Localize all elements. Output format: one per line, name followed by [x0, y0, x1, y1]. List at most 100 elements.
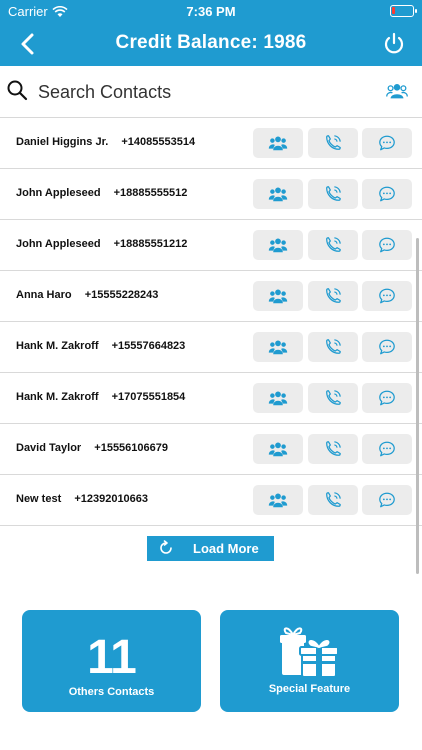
add-to-group-button[interactable]	[253, 128, 303, 158]
chat-bubble-icon	[379, 441, 395, 457]
contact-name: John Appleseed	[16, 238, 101, 250]
message-button[interactable]	[362, 179, 412, 209]
contact-phone: +14085553514	[121, 136, 196, 148]
scrollbar[interactable]	[416, 238, 419, 574]
message-button[interactable]	[362, 230, 412, 260]
call-button[interactable]	[308, 485, 358, 515]
contact-row[interactable]: Hank M. Zakroff +15557664823	[0, 322, 422, 373]
status-bar: Carrier 7:36 PM	[0, 0, 422, 22]
phone-call-icon	[326, 237, 341, 252]
contact-name: Hank M. Zakroff	[16, 391, 99, 403]
search-bar	[0, 66, 422, 118]
phone-call-icon	[326, 135, 341, 150]
phone-call-icon	[326, 390, 341, 405]
others-contacts-count: 11	[87, 631, 137, 684]
contact-info: Anna Haro +15555228243	[16, 289, 158, 301]
contact-row[interactable]: Hank M. Zakroff +17075551854	[0, 373, 422, 424]
contact-name: David Taylor	[16, 442, 82, 454]
phone-call-icon	[326, 186, 341, 201]
chat-bubble-icon	[379, 492, 395, 508]
add-to-group-button[interactable]	[253, 230, 303, 260]
call-button[interactable]	[308, 179, 358, 209]
phone-call-icon	[326, 441, 341, 456]
contact-phone: +12392010663	[74, 493, 149, 505]
contact-row[interactable]: John Appleseed +18885551212	[0, 220, 422, 271]
others-contacts-card[interactable]: 11 Others Contacts	[22, 610, 201, 712]
message-button[interactable]	[362, 383, 412, 413]
group-icon	[268, 442, 288, 457]
contact-name: Hank M. Zakroff	[16, 340, 99, 352]
contact-phone: +17075551854	[111, 391, 186, 403]
refresh-icon	[160, 540, 172, 554]
phone-call-icon	[326, 492, 341, 507]
battery-icon	[390, 5, 417, 17]
chat-bubble-icon	[379, 339, 395, 355]
group-icon	[268, 136, 288, 151]
phone-call-icon	[326, 288, 341, 303]
message-button[interactable]	[362, 332, 412, 362]
add-to-group-button[interactable]	[253, 179, 303, 209]
contact-phone: +18885551212	[113, 238, 188, 250]
group-icon[interactable]	[386, 80, 408, 102]
others-contacts-label: Others Contacts	[68, 686, 155, 698]
search-icon	[7, 80, 28, 101]
call-button[interactable]	[308, 230, 358, 260]
chat-bubble-icon	[379, 237, 395, 253]
power-icon[interactable]	[380, 30, 408, 58]
phone-call-icon	[326, 339, 341, 354]
contact-info: Hank M. Zakroff +17075551854	[16, 391, 185, 403]
clock: 7:36 PM	[186, 4, 236, 19]
contact-info: Hank M. Zakroff +15557664823	[16, 340, 185, 352]
contact-info: New test +12392010663	[16, 493, 148, 505]
load-more-button[interactable]: Load More	[147, 536, 274, 561]
group-icon	[268, 340, 288, 355]
contact-phone: +15556106679	[94, 442, 168, 454]
gift-icon	[280, 627, 338, 678]
contact-row[interactable]: Anna Haro +15555228243	[0, 271, 422, 322]
call-button[interactable]	[308, 332, 358, 362]
chat-bubble-icon	[379, 390, 395, 406]
message-button[interactable]	[362, 434, 412, 464]
navigation-bar: Credit Balance: 1986	[0, 22, 422, 66]
contact-phone: +18885555512	[113, 187, 188, 199]
group-icon	[268, 187, 288, 202]
chat-bubble-icon	[379, 288, 395, 304]
special-feature-card[interactable]: Special Feature	[220, 610, 399, 712]
message-button[interactable]	[362, 281, 412, 311]
contact-info: John Appleseed +18885555512	[16, 187, 187, 199]
chat-bubble-icon	[379, 186, 395, 202]
contact-info: Daniel Higgins Jr. +14085553514	[16, 136, 195, 148]
message-button[interactable]	[362, 128, 412, 158]
search-input[interactable]	[38, 76, 358, 108]
group-icon	[268, 493, 288, 508]
group-icon	[268, 238, 288, 253]
call-button[interactable]	[308, 281, 358, 311]
add-to-group-button[interactable]	[253, 281, 303, 311]
add-to-group-button[interactable]	[253, 434, 303, 464]
group-icon	[268, 289, 288, 304]
contact-name: John Appleseed	[16, 187, 101, 199]
add-to-group-button[interactable]	[253, 383, 303, 413]
contact-row[interactable]: John Appleseed +18885555512	[0, 169, 422, 220]
call-button[interactable]	[308, 434, 358, 464]
load-more-label: Load More	[193, 541, 259, 556]
add-to-group-button[interactable]	[253, 485, 303, 515]
contact-name: Daniel Higgins Jr.	[16, 136, 109, 148]
message-button[interactable]	[362, 485, 412, 515]
call-button[interactable]	[308, 128, 358, 158]
special-feature-label: Special Feature	[268, 683, 351, 695]
contact-name: Anna Haro	[16, 289, 72, 301]
contact-name: New test	[16, 493, 62, 505]
contact-phone: +15557664823	[111, 340, 186, 352]
contact-row[interactable]: David Taylor +15556106679	[0, 424, 422, 475]
contact-list: Daniel Higgins Jr. +14085553514 John App…	[0, 118, 422, 526]
add-to-group-button[interactable]	[253, 332, 303, 362]
contact-phone: +15555228243	[84, 289, 159, 301]
group-icon	[268, 391, 288, 406]
chat-bubble-icon	[379, 135, 395, 151]
page-title: Credit Balance: 1986	[115, 32, 307, 53]
contact-info: John Appleseed +18885551212	[16, 238, 187, 250]
call-button[interactable]	[308, 383, 358, 413]
contact-row[interactable]: Daniel Higgins Jr. +14085553514	[0, 118, 422, 169]
contact-row[interactable]: New test +12392010663	[0, 475, 422, 526]
